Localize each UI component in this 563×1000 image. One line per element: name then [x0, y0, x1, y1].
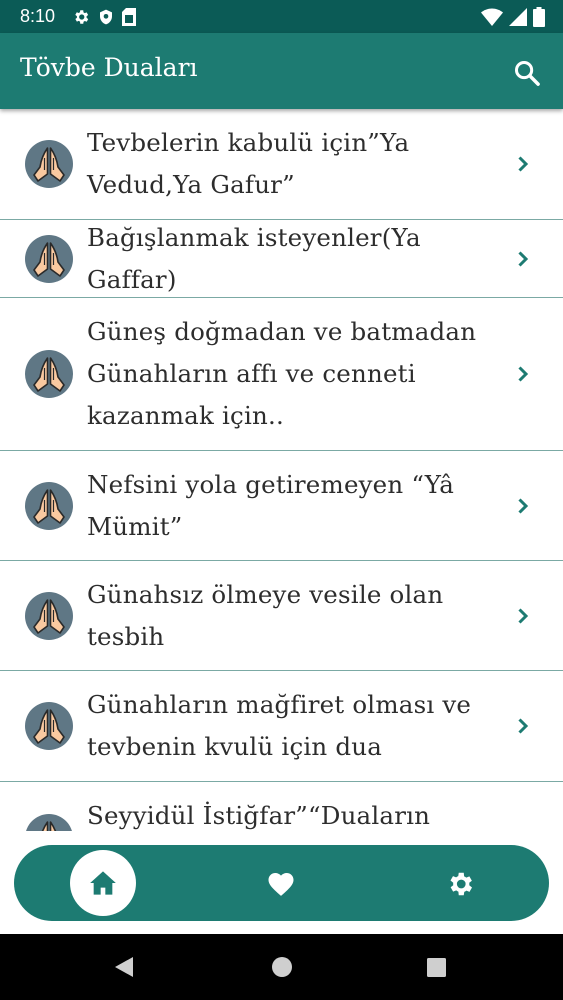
list-item[interactable]: Tevbelerin kabulü için”Ya Vedud,Ya Gafur…	[0, 109, 563, 220]
list-item-title: Nefsini yola getiremeyen “Yâ Mümit”	[87, 469, 455, 541]
list-item-title: Günahların mağfiret olması ve tevbenin k…	[87, 690, 472, 761]
list-item-title: Tevbelerin kabulü için”Ya Vedud,Ya Gafur…	[87, 128, 410, 199]
status-bar: 8:10	[0, 0, 563, 33]
home-circle-icon[interactable]	[271, 956, 293, 978]
list-item[interactable]: Nefsini yola getiremeyen “Yâ Mümit”	[0, 451, 563, 561]
chevron-right-icon	[518, 250, 529, 267]
praying-hands-icon	[25, 350, 73, 398]
chevron-right-icon	[518, 366, 529, 382]
shield-icon	[100, 9, 112, 25]
list-item[interactable]: Günahların mağfiret olması ve tevbenin k…	[0, 671, 563, 782]
signal-icon	[509, 8, 527, 26]
status-left-icons	[72, 8, 136, 26]
wifi-icon	[481, 8, 503, 26]
nav-settings-button[interactable]	[445, 869, 475, 899]
app-bar: Tövbe Duaları	[0, 33, 563, 109]
system-nav-bar	[0, 934, 563, 1000]
status-right-icons	[481, 7, 545, 27]
list-item-title: Bağışlanmak isteyenler(Ya Gaffar)	[87, 222, 421, 294]
settings-icon	[450, 872, 472, 896]
sim-card-icon	[122, 8, 136, 26]
battery-icon	[533, 7, 545, 27]
recents-icon[interactable]	[427, 958, 446, 977]
search-button[interactable]	[513, 59, 541, 87]
list-item[interactable]: Günahsız ölmeye vesile olan tesbih	[0, 561, 563, 671]
praying-hands-icon	[25, 481, 73, 530]
heart-icon	[268, 873, 294, 896]
bottom-nav	[14, 845, 549, 921]
praying-hands-icon	[25, 702, 73, 750]
praying-hands-icon	[26, 814, 72, 831]
list-item-title: Güneş doğmadan ve batmadan Günahların af…	[87, 317, 477, 430]
gear-icon	[75, 10, 89, 24]
chevron-right-icon	[518, 718, 529, 734]
back-icon[interactable]	[114, 956, 134, 978]
chevron-right-icon	[518, 497, 529, 514]
status-time: 8:10	[20, 6, 56, 26]
chevron-right-icon	[518, 607, 529, 624]
nav-favorites-button[interactable]	[266, 869, 296, 897]
list-item-title: Günahsız ölmeye vesile olan tesbih	[87, 579, 444, 651]
list-item[interactable]: Seyyidül İstiğfar”“Duaların	[0, 782, 563, 831]
nav-home-button[interactable]	[70, 850, 136, 916]
praying-hands-icon	[25, 234, 73, 283]
list-item-title: Seyyidül İstiğfar”“Duaların	[87, 801, 431, 830]
praying-hands-icon	[25, 140, 73, 188]
home-icon	[90, 871, 116, 895]
search-icon	[514, 60, 540, 86]
praying-hands-icon	[25, 591, 73, 640]
list-item[interactable]: Bağışlanmak isteyenler(Ya Gaffar)	[0, 220, 563, 298]
dua-list[interactable]: Tevbelerin kabulü için”Ya Vedud,Ya Gafur…	[0, 109, 563, 831]
page-title: Tövbe Duaları	[20, 53, 198, 82]
list-item[interactable]: Güneş doğmadan ve batmadan Günahların af…	[0, 298, 563, 451]
chevron-right-icon	[518, 156, 529, 172]
